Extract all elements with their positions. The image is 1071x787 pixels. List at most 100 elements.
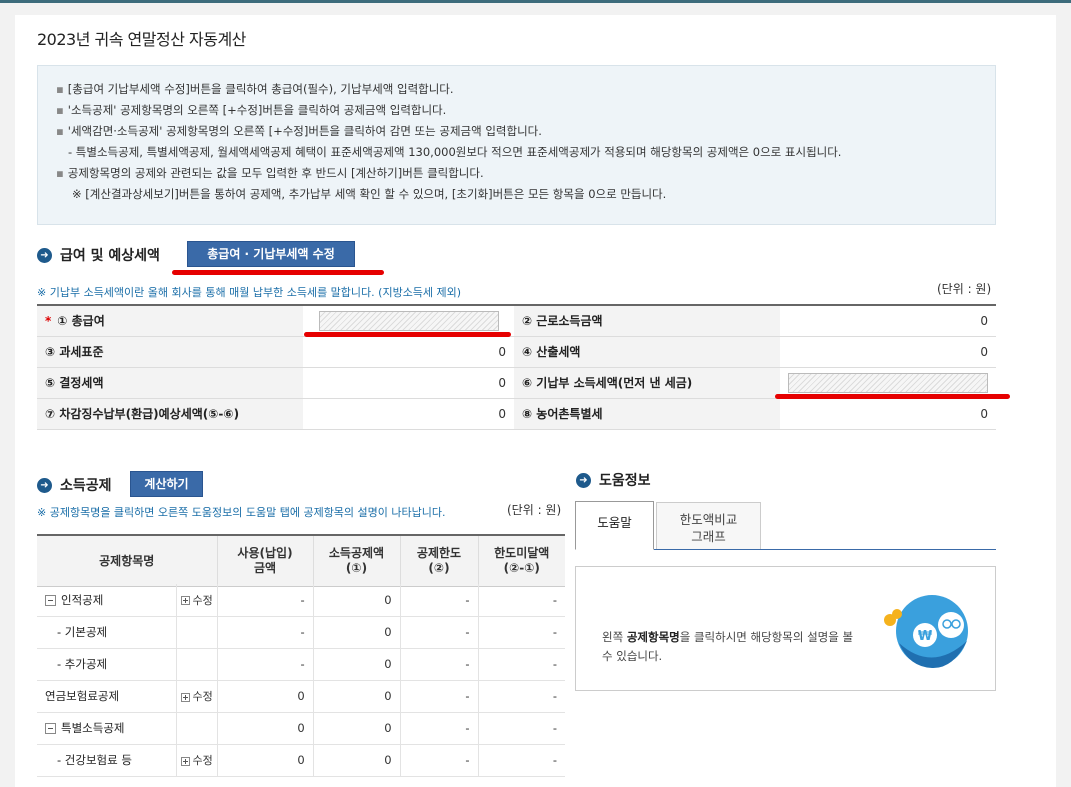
table-row: ③ 과세표준 0 ④ 산출세액 0 [37,336,996,368]
collapse-icon[interactable] [45,723,56,734]
deduction-rows: 인적공제 수정 - 0 - - - 기본공제 - 0 - - - 추가공제 - … [37,584,565,777]
rural-special-tax-value: 0 [779,398,996,430]
help-content: 왼쪽 공제항목명을 클릭하시면 해당항목의 설명을 볼 수 있습니다. ₩ [575,566,996,691]
expected-refund-value: 0 [303,398,514,430]
row-basic-deduction[interactable]: - 기본공제 [37,616,177,649]
calculate-button[interactable]: 계산하기 [130,471,203,497]
deduction-note: ※ 공제항목명을 클릭하면 오른쪽 도움정보의 도움말 탭에 공제항목의 설명이… [37,506,446,519]
plus-icon [181,596,191,606]
top-border [0,0,1071,3]
rural-special-tax-label: ⑧ 농어촌특별세 [513,398,780,430]
row-health-insurance[interactable]: - 건강보험료 등 [37,744,177,777]
deduction-limit: - [399,712,479,745]
required-mark: * [45,314,52,329]
tax-base-label: ③ 과세표준 [37,336,304,368]
deduction-amount: 0 [312,680,401,713]
salary-section-title: ➜ 급여 및 예상세액 [37,245,160,265]
mascot-icon: ₩ [884,595,968,669]
shortfall-amount: - [477,584,565,617]
plus-icon [181,756,191,766]
earned-income-value: 0 [779,305,996,337]
edit-button[interactable]: 수정 [176,680,218,713]
prepaid-tax-input[interactable] [788,372,988,393]
shortfall-amount: - [477,744,565,777]
page-title: 2023년 귀속 연말정산 자동계산 [37,30,246,49]
shortfall-amount: - [477,680,565,713]
instruction-line: ▪ 공제항목명의 공제와 관련되는 값을 모두 입력한 후 반드시 [계산하기]버… [56,166,484,180]
row-pension-deduction[interactable]: 연금보험료공제 [37,680,177,713]
computed-tax-value: 0 [779,336,996,368]
highlight-underline [304,332,511,337]
used-amount: - [216,584,314,617]
edit-button[interactable]: 수정 [176,744,218,777]
deduction-amount: 0 [312,648,401,681]
help-message: 왼쪽 공제항목명을 클릭하시면 해당항목의 설명을 볼 수 있습니다. [602,630,854,663]
shortfall-amount: - [477,648,565,681]
deduction-limit: - [399,616,479,649]
arrow-right-icon: ➜ [37,477,52,493]
instruction-subline: ※ [계산결과상세보기]버튼을 통하여 공제액, 추가납부 세액 확인 할 수 … [72,187,667,201]
table-row: - 추가공제 - 0 - - [37,648,565,681]
deduction-amount: 0 [312,712,401,745]
edit-button[interactable]: 수정 [176,584,218,617]
tab-help[interactable]: 도움말 [575,501,654,550]
highlight-underline [775,394,1010,399]
prepaid-tax-label: ⑥ 기납부 소득세액(먼저 낸 세금) [513,367,780,399]
col-header-shortfall: 한도미달액 (②-①) [477,535,565,587]
arrow-right-icon: ➜ [576,472,591,488]
determined-tax-label: ⑤ 결정세액 [37,367,304,399]
table-row: - 기본공제 - 0 - - [37,616,565,649]
tab-limit-comparison-graph[interactable]: 한도액비교 그래프 [656,502,761,549]
help-section-title: ➜ 도움정보 [576,470,651,490]
action-cell [176,648,218,681]
col-header-name: 공제항목명 [37,535,217,587]
tax-base-value: 0 [303,336,514,368]
table-row: 특별소득공제 0 0 - - [37,712,565,745]
help-tabs: 도움말 한도액비교 그래프 [575,501,996,550]
table-row: ⑦ 차감징수납부(환급)예상세액(⑤-⑥) 0 ⑧ 농어촌특별세 0 [37,398,996,430]
earned-income-label: ② 근로소득금액 [513,305,780,337]
main-panel: 2023년 귀속 연말정산 자동계산 ▪ [총급여 기납부세액 수정]버튼을 클릭… [15,15,1056,787]
action-cell [176,616,218,649]
collapse-icon[interactable] [45,594,56,606]
arrow-right-icon: ➜ [37,247,52,263]
deduction-limit: - [399,680,479,713]
gross-salary-label: * ① 총급여 [37,305,304,337]
shortfall-amount: - [477,616,565,649]
instruction-line: ▪ '세액감면·소득공제' 공제항목명의 오른쪽 [+수정]버튼을 클릭하여 감면… [56,124,542,138]
gross-salary-input[interactable] [318,310,499,331]
deduction-amount: 0 [312,744,401,777]
col-header-used: 사용(납입) 금액 [216,535,313,587]
svg-text:₩: ₩ [918,629,933,644]
instruction-subline: - 특별소득공제, 특별세액공제, 월세액세액공제 혜택이 표준세액공제액 13… [68,145,842,159]
determined-tax-value: 0 [303,367,514,399]
table-row: - 건강보험료 등 수정 0 0 - - [37,744,565,777]
deduction-limit: - [399,744,479,777]
salary-note: ※ 기납부 소득세액이란 올해 회사를 통해 매월 납부한 소득세를 말합니다.… [37,286,462,299]
used-amount: - [216,616,314,649]
used-amount: 0 [216,744,314,777]
table-header-row: 공제항목명 사용(납입) 금액 소득공제액 (①) 공제한도 (②) 한도미달액 (②-… [37,535,565,587]
used-amount: 0 [216,712,314,745]
col-header-amount: 소득공제액 (①) [312,535,400,587]
row-special-income-deduction[interactable]: 특별소득공제 [37,712,177,745]
row-personal-deduction[interactable]: 인적공제 [37,584,177,617]
row-additional-deduction[interactable]: - 추가공제 [37,648,177,681]
instruction-line: ▪ [총급여 기납부세액 수정]버튼을 클릭하여 총급여(필수), 기납부세액 입… [56,82,454,96]
table-row: * ① 총급여 ② 근로소득금액 0 [37,305,996,337]
deduction-limit: - [399,648,479,681]
used-amount: - [216,648,314,681]
deduction-table: 공제항목명 사용(납입) 금액 소득공제액 (①) 공제한도 (②) 한도미달액 (②-… [37,534,565,587]
instruction-box: ▪ [총급여 기납부세액 수정]버튼을 클릭하여 총급여(필수), 기납부세액 입… [37,65,996,225]
table-row: 연금보험료공제 수정 0 0 - - [37,680,565,713]
used-amount: 0 [216,680,314,713]
deduction-unit: (단위 : 원) [507,503,562,517]
plus-icon [181,692,191,702]
salary-table: * ① 총급여 ② 근로소득금액 0 ③ 과세표준 0 ④ 산출세액 0 ⑤ 결정… [37,304,996,430]
edit-salary-tax-button[interactable]: 총급여 · 기납부세액 수정 [187,241,355,267]
table-row: 인적공제 수정 - 0 - - [37,584,565,617]
deduction-limit: - [399,584,479,617]
salary-unit: (단위 : 원) [937,282,992,296]
computed-tax-label: ④ 산출세액 [513,336,780,368]
deduction-amount: 0 [312,616,401,649]
